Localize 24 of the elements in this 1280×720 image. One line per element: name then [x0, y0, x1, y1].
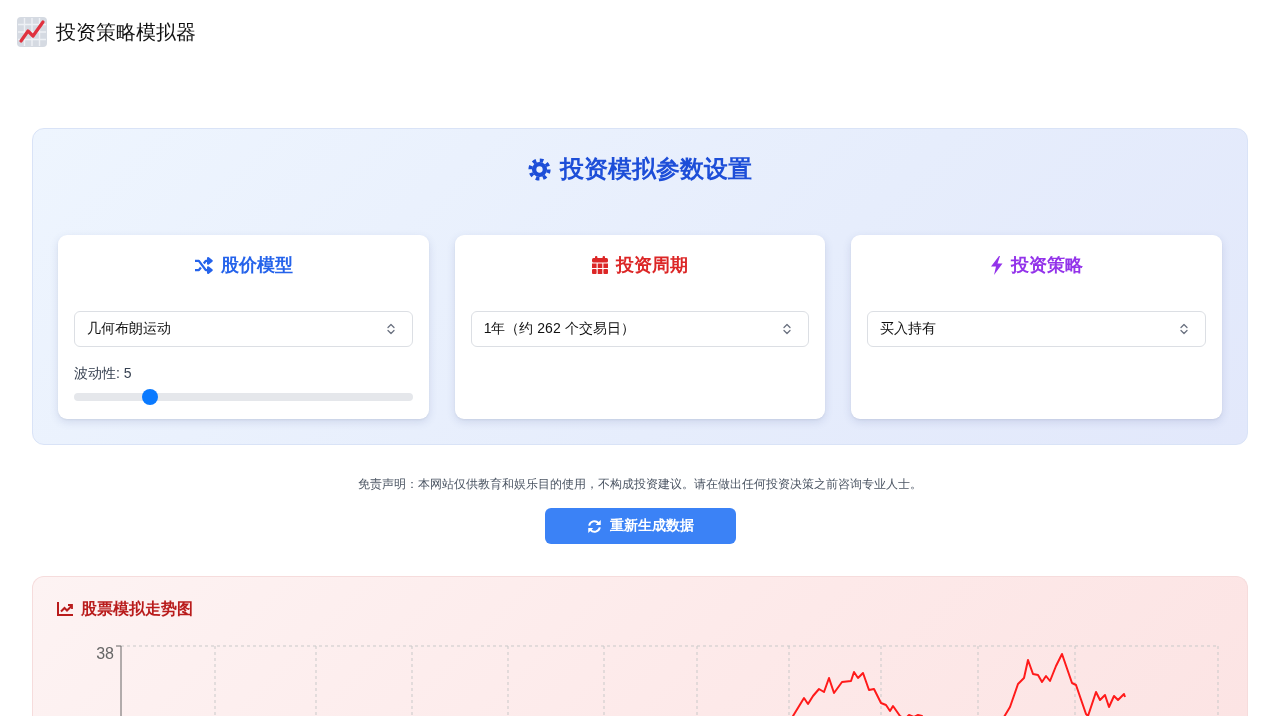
chevron-updown-icon [386, 323, 395, 335]
dropdown-select[interactable]: 1年（约 262 个交易日） [470, 311, 810, 347]
slider-label: 波动性: 5 [74, 364, 132, 383]
lightning-icon [990, 255, 1004, 275]
line-chart-icon [57, 602, 73, 616]
shuffle-icon [193, 256, 213, 274]
axis-tick-label: 38 [96, 646, 114, 662]
panel-title: 投资模拟参数设置 [560, 154, 752, 184]
regenerate-button[interactable]: 重新生成数据 [544, 508, 736, 544]
slider-thumb[interactable] [141, 389, 158, 405]
chevron-updown-icon [1180, 323, 1188, 335]
card-title: 投资周期 [616, 254, 688, 277]
card-title: 股价模型 [220, 254, 293, 277]
card-title: 投资策略 [1011, 254, 1084, 277]
dropdown-select[interactable]: 买入持有 [867, 311, 1206, 347]
dropdown-select[interactable]: 几何布朗运动 [74, 311, 413, 347]
settings-icon [528, 157, 551, 181]
app-title: 投资策略模拟器 [56, 20, 196, 45]
chevron-updown-icon [783, 323, 792, 335]
calendar-icon [592, 256, 608, 274]
chart-tile-icon [17, 17, 47, 47]
panel-title: 股票模拟走势图 [81, 599, 193, 619]
refresh-icon [586, 518, 602, 534]
disclaimer-text: 免责声明：本网站仅供教育和娱乐目的使用，不构成投资建议。请在做出任何投资决策之前咨询专业人士。 [358, 476, 922, 493]
